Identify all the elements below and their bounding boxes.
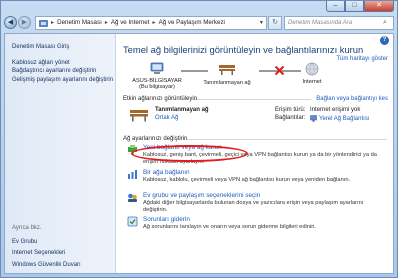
see-also-heading: Ayrıca bkz. [12, 225, 42, 231]
search-placeholder: Denetim Masasında Ara [288, 19, 353, 26]
bench-network-icon [219, 65, 235, 75]
network-map: ASUS-BİLGİSAYAR (Bu bilgisayar) Tanımlan… [123, 62, 393, 94]
window: – □ ✕ ◀ ▶ ▸ Denetim Masası ▸ Ağ ve Inter… [0, 0, 398, 278]
sidebar: Denetim Masası Giriş Kablosuz ağları yön… [5, 34, 116, 273]
map-network[interactable]: Tanımlanmayan ağ [197, 62, 257, 86]
sidebar-item-advanced-sharing[interactable]: Gelişmiş paylaşım ayarlarını değiştirin [12, 76, 115, 85]
breadcrumb[interactable]: ▸ Denetim Masası ▸ Ağ ve Internet ▸ Ağ v… [35, 15, 267, 30]
troubleshoot-link[interactable]: Sorunları giderin [143, 216, 190, 223]
connections-label: Bağlantılar: [275, 115, 306, 121]
content-area: Denetim Masası Giriş Kablosuz ağları yön… [4, 33, 394, 274]
refresh-button[interactable]: ↻ [268, 15, 282, 30]
breadcrumb-separator-icon: ▸ [51, 19, 55, 26]
lan-connection-link: Yerel Ağ Bağlantısı [319, 115, 370, 122]
lan-connection-icon [310, 115, 317, 122]
main-panel: ? Temel ağ bilgilerinizi görüntüleyin ve… [116, 34, 393, 273]
window-controls: – □ ✕ [326, 1, 394, 12]
task-troubleshoot: Sorunları giderin Ağ sorunlarını tanılay… [123, 216, 393, 238]
task-homegroup: Ev grubu ve paylaşım seçeneklerini seçin… [123, 192, 393, 214]
see-also-homegroup[interactable]: Ev Grubu [12, 238, 81, 247]
map-internet: Internet [289, 62, 335, 85]
map-computer: ASUS-BİLGİSAYAR (Bu bilgisayar) [126, 62, 188, 91]
search-icon[interactable]: ⌕ [383, 19, 393, 27]
active-networks-label: Etkin ağlarınızı görüntüleyin [123, 96, 198, 102]
see-also-internet-options[interactable]: Internet Seçenekleri [12, 249, 81, 258]
globe-icon [305, 62, 319, 76]
change-settings-label: Ağ ayarlarınızı değiştirin [123, 136, 188, 142]
active-network-panel: Tanımlanmayan ağ Ortak Ağ Erişim türü: I… [123, 104, 393, 132]
page-title: Temel ağ bilgilerinizi görüntüleyin ve b… [123, 44, 364, 55]
divider [195, 99, 311, 100]
breadcrumb-network-sharing-center[interactable]: Ağ ve Paylaşım Merkezi [159, 19, 225, 26]
breadcrumb-separator-icon: ▸ [152, 19, 156, 26]
maximize-button[interactable]: □ [345, 1, 364, 12]
close-button[interactable]: ✕ [364, 1, 394, 12]
see-also-section: Ayrıca bkz. Ev Grubu Internet Seçenekler… [12, 224, 81, 272]
breadcrumb-network-internet[interactable]: Ağ ve Internet [111, 19, 150, 26]
network-map-label: Tanımlanmayan ağ [203, 79, 251, 86]
homegroup-link[interactable]: Ev grubu ve paylaşım seçeneklerini seçin [143, 192, 260, 199]
breadcrumb-control-panel[interactable]: Denetim Masası [57, 19, 102, 26]
search-input[interactable]: Denetim Masasında Ara ⌕ [284, 15, 394, 30]
bench-network-icon[interactable] [128, 106, 150, 122]
network-name: Tanımlanmayan ağ [155, 107, 209, 113]
address-bar: ◀ ▶ ▸ Denetim Masası ▸ Ağ ve Internet ▸ … [4, 14, 394, 31]
connect-network-link[interactable]: Bir ağa bağlanın [143, 169, 190, 176]
sidebar-item-manage-wireless[interactable]: Kablosuz ağları yönet [12, 59, 115, 68]
homegroup-desc: Ağdaki diğer bilgisayarlarda bulunan dos… [143, 200, 364, 213]
access-type-label: Erişim türü: [275, 107, 306, 113]
homegroup-sharing-icon[interactable] [127, 192, 138, 203]
no-connection-icon [274, 65, 285, 76]
troubleshoot-desc: Ağ sorunlarını tanılayın ve onarın veya … [143, 224, 316, 230]
computer-sub: (Bu bilgisayar) [139, 84, 175, 90]
minimize-button[interactable]: – [326, 1, 345, 12]
internet-label: Internet [302, 78, 322, 85]
access-type-value: Internet erişimi yok [310, 107, 361, 113]
highlight-ellipse [131, 145, 248, 162]
help-icon[interactable]: ? [380, 36, 389, 45]
network-type-link[interactable]: Ortak Ağ [155, 115, 178, 121]
task-connect-network: Bir ağa bağlanın Kablosuz, kablolu, çevi… [123, 169, 393, 191]
sidebar-item-adapter-settings[interactable]: Bağdaştırıcı ayarlarını değiştirin [12, 67, 115, 76]
forward-button[interactable]: ▶ [18, 16, 31, 29]
breadcrumb-separator-icon: ▸ [104, 19, 108, 26]
connect-network-icon[interactable] [127, 169, 138, 180]
connection-item[interactable]: Yerel Ağ Bağlantısı [310, 115, 369, 122]
connect-disconnect-link[interactable]: Bağlan veya bağlantıyı kes [316, 96, 388, 102]
sidebar-item-home[interactable]: Denetim Masası Giriş [12, 43, 115, 52]
breadcrumb-dropdown-icon[interactable]: ▾ [260, 19, 263, 26]
connect-network-desc: Kablosuz, kablolu, çevirmeli veya VPN ağ… [143, 177, 351, 183]
see-also-firewall[interactable]: Windows Güvenlik Duvarı [12, 261, 81, 270]
network-folder-icon [39, 19, 48, 27]
back-button[interactable]: ◀ [4, 16, 17, 29]
computer-icon [150, 62, 164, 74]
divider [187, 139, 387, 140]
troubleshoot-icon[interactable] [127, 216, 138, 227]
